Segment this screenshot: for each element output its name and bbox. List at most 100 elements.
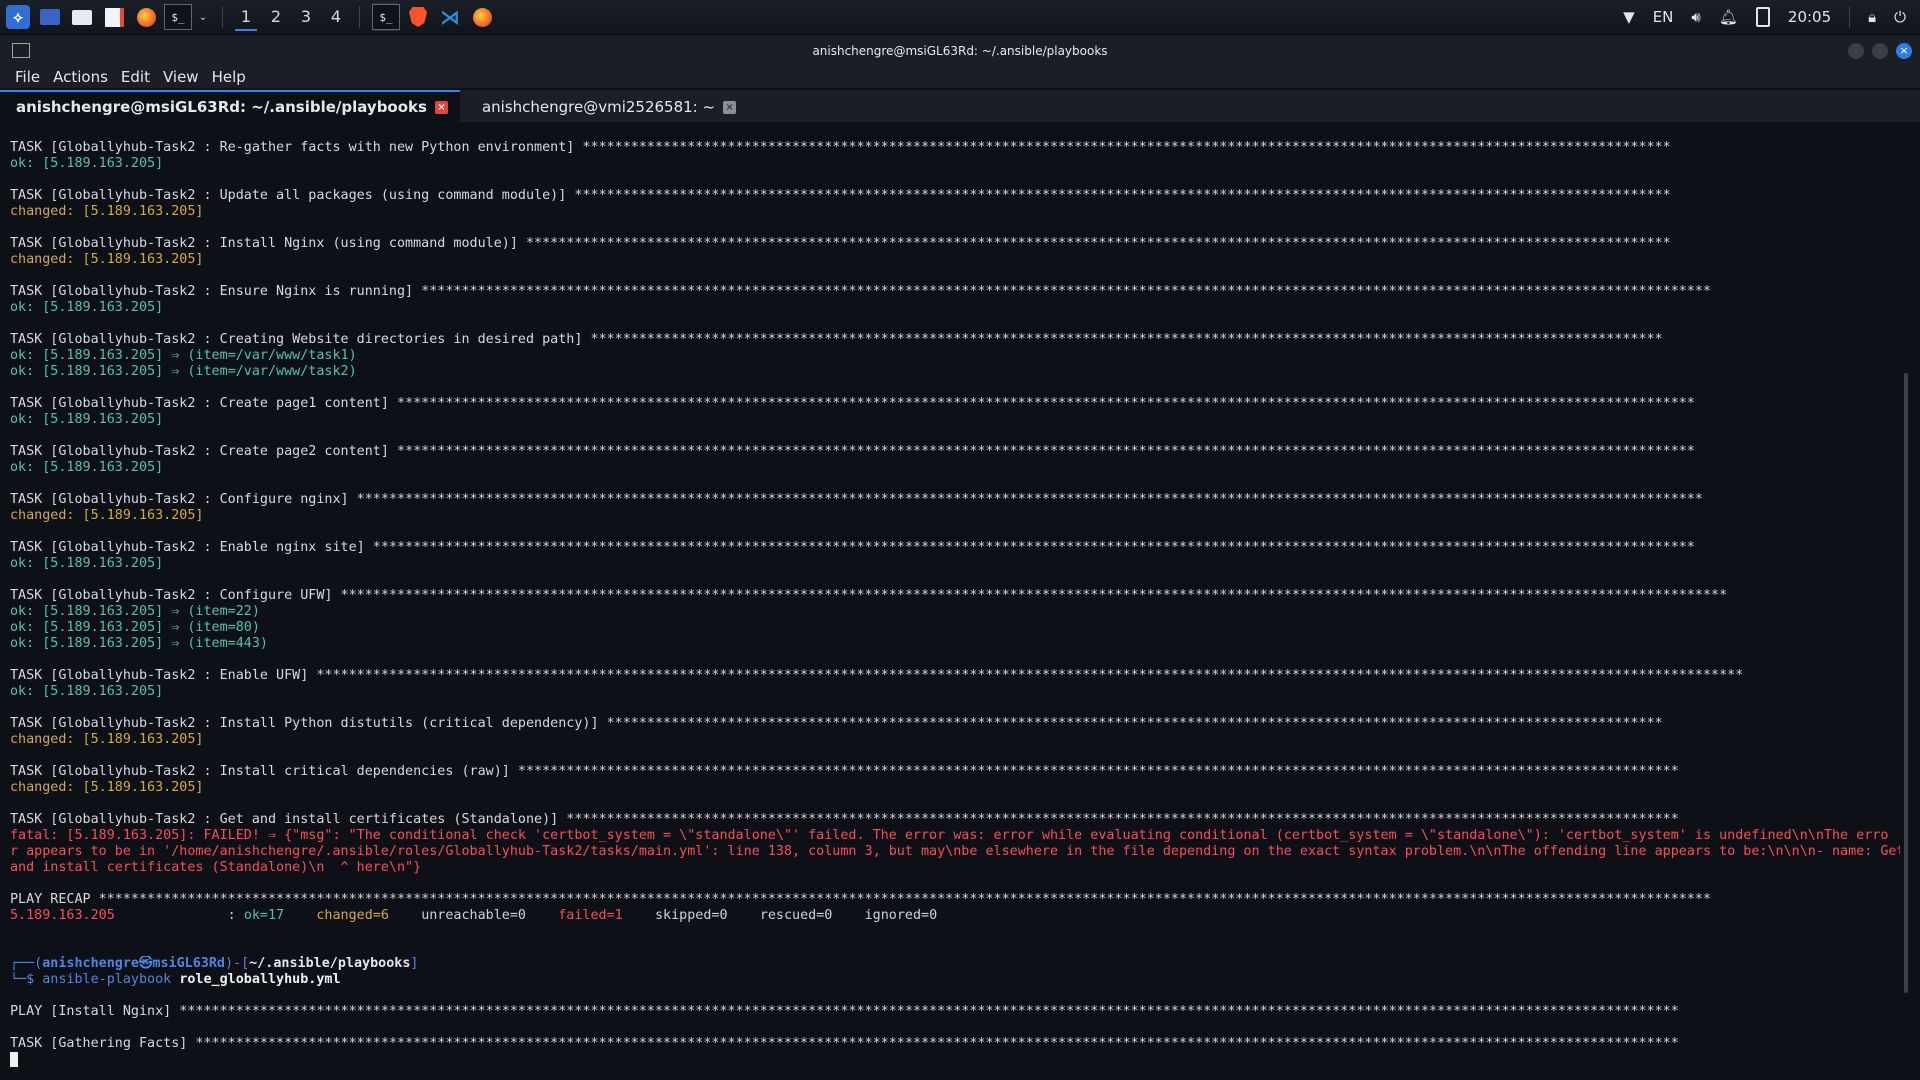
output-line: fatal: [5.189.163.205]: FAILED! ⇒ {"msg"…: [10, 828, 1889, 843]
output-line: ok: [5.189.163.205] ⇒ (item=/var/www/tas…: [10, 364, 357, 379]
clock[interactable]: 20:05: [1788, 8, 1831, 26]
menu-help[interactable]: Help: [207, 68, 254, 86]
window-titlebar[interactable]: anishchengre@msiGL63Rd: ~/.ansible/playb…: [0, 35, 1920, 66]
tab-remote-vm[interactable]: anishchengre@vmi2526581: ~ ×: [466, 92, 748, 122]
file-manager-launcher[interactable]: [68, 3, 96, 31]
close-tab-icon[interactable]: ×: [723, 100, 737, 114]
desktop-icon: [40, 9, 60, 25]
recap-ignored: ignored=0: [864, 908, 938, 923]
close-tab-icon[interactable]: ×: [434, 100, 448, 114]
maximize-button[interactable]: [1872, 42, 1888, 59]
workspace-4[interactable]: 4: [321, 0, 351, 34]
recap-ok: ok=17: [243, 908, 285, 923]
prompt-path: ~/.ansible/playbooks: [249, 956, 411, 971]
output-line: TASK [Globallyhub-Task2 : Create page2 c…: [10, 444, 1695, 459]
menu-actions[interactable]: Actions: [48, 68, 116, 86]
recap-line: 5.189.163.205 : ok=17 changed=6 unreacha…: [10, 908, 938, 923]
terminal-icon: $_: [164, 4, 192, 30]
recap-changed: changed=6: [316, 908, 389, 923]
command-line: └─$ ansible-playbook role_globallyhub.ym…: [10, 972, 1900, 988]
output-line: ok: [5.189.163.205]: [10, 556, 164, 571]
output-line: TASK [Globallyhub-Task2 : Enable UFW] **…: [10, 668, 1744, 683]
folder-icon: [72, 9, 92, 25]
firefox-icon: [472, 7, 492, 27]
menubar: File Actions Edit View Help: [0, 66, 1920, 88]
tab-label: anishchengre@msiGL63Rd: ~/.ansible/playb…: [16, 98, 427, 116]
output-line: ok: [5.189.163.205] ⇒ (item=443): [10, 636, 268, 651]
notification-bell-icon[interactable]: 🔔︎: [1719, 8, 1738, 26]
battery-charging-icon[interactable]: [1755, 7, 1770, 27]
output-line: ok: [5.189.163.205] ⇒ (item=/var/www/tas…: [10, 348, 357, 363]
workspace-3[interactable]: 3: [291, 0, 321, 34]
chevron-down-icon[interactable]: ⌄: [192, 7, 214, 27]
firefox-icon: [136, 7, 156, 27]
power-icon[interactable]: ⏻: [1894, 8, 1906, 26]
terminal-lines: TASK [Globallyhub-Task2 : Re-gather fact…: [0, 123, 1910, 1068]
output-line: ok: [5.189.163.205]: [10, 300, 164, 315]
recap-skipped: skipped=0: [655, 908, 728, 923]
close-window-button[interactable]: ×: [1896, 42, 1912, 59]
workspace-1[interactable]: 1: [231, 0, 261, 34]
prompt-line: ┌──(anishchengre㉿msiGL63Rd)-[~/.ansible/…: [10, 956, 1900, 972]
system-tray: ▼ EN 🔊︎ 🔔︎ 20:05 🔒︎ ⏻: [1623, 6, 1920, 28]
top-panel: ⟡ $_ ⌄ 1 2 3 4 $_ ⋊ ▼ EN 🔊︎ 🔔︎ 20:05 🔒︎ …: [0, 0, 1920, 35]
task-header-line: TASK [Gathering Facts] *****************…: [10, 1036, 1679, 1051]
window-menu-icon[interactable]: [12, 43, 30, 58]
firefox-launcher[interactable]: [132, 3, 160, 31]
minimize-button[interactable]: [1848, 42, 1864, 59]
terminal-launcher[interactable]: $_: [164, 3, 192, 31]
brave-icon: [409, 7, 427, 27]
terminal-output[interactable]: TASK [Globallyhub-Task2 : Re-gather fact…: [0, 123, 1910, 1080]
taskbar-vscode-window[interactable]: ⋊: [436, 3, 464, 31]
text-editor-icon: [104, 7, 124, 27]
terminal-tabs: anishchengre@msiGL63Rd: ~/.ansible/playb…: [0, 90, 1920, 122]
taskbar-firefox-window[interactable]: [468, 3, 496, 31]
tab-local-playbooks[interactable]: anishchengre@msiGL63Rd: ~/.ansible/playb…: [0, 90, 460, 122]
workspace-2[interactable]: 2: [261, 0, 291, 34]
prompt-mid: )-[: [224, 956, 250, 971]
app-menu-button[interactable]: ⟡: [4, 3, 32, 31]
output-line: TASK [Globallyhub-Task2 : Re-gather fact…: [10, 140, 1671, 155]
keyboard-layout[interactable]: EN: [1653, 8, 1674, 26]
panel-separator: [359, 6, 360, 28]
output-line: changed: [5.189.163.205]: [10, 508, 204, 523]
recap-host: 5.189.163.205: [10, 908, 115, 923]
output-line: ok: [5.189.163.205] ⇒ (item=80): [10, 620, 260, 635]
panel-separator: [1849, 6, 1851, 28]
output-line: TASK [Globallyhub-Task2 : Install critic…: [10, 764, 1679, 779]
cursor-line: [10, 1052, 1900, 1068]
output-line: changed: [5.189.163.205]: [10, 780, 204, 795]
lock-icon[interactable]: 🔒︎: [1868, 8, 1876, 26]
output-line: TASK [Globallyhub-Task2 : Install Nginx …: [10, 236, 1671, 251]
menu-edit[interactable]: Edit: [116, 68, 158, 86]
scrollbar[interactable]: [1904, 373, 1908, 993]
output-line: ok: [5.189.163.205]: [10, 156, 164, 171]
taskbar-terminal-window[interactable]: $_: [372, 3, 400, 31]
output-line: changed: [5.189.163.205]: [10, 204, 204, 219]
play-header-line: PLAY [Install Nginx] *******************…: [10, 1004, 1679, 1019]
output-line: ok: [5.189.163.205]: [10, 460, 164, 475]
command-name: ansible-playbook: [42, 972, 172, 987]
output-line: ok: [5.189.163.205] ⇒ (item=22): [10, 604, 260, 619]
tab-label: anishchengre@vmi2526581: ~: [481, 98, 716, 116]
taskbar-brave-window[interactable]: [404, 3, 432, 31]
menu-view[interactable]: View: [158, 68, 207, 86]
text-editor-launcher[interactable]: [100, 3, 128, 31]
volume-icon[interactable]: 🔊︎: [1691, 8, 1700, 26]
menu-file[interactable]: File: [10, 68, 48, 86]
output-line: TASK [Globallyhub-Task2 : Creating Websi…: [10, 332, 1663, 347]
output-line: ok: [5.189.163.205]: [10, 684, 164, 699]
wifi-icon[interactable]: ▼: [1623, 8, 1635, 26]
output-line: ok: [5.189.163.205]: [10, 412, 164, 427]
show-desktop-button[interactable]: [36, 3, 64, 31]
